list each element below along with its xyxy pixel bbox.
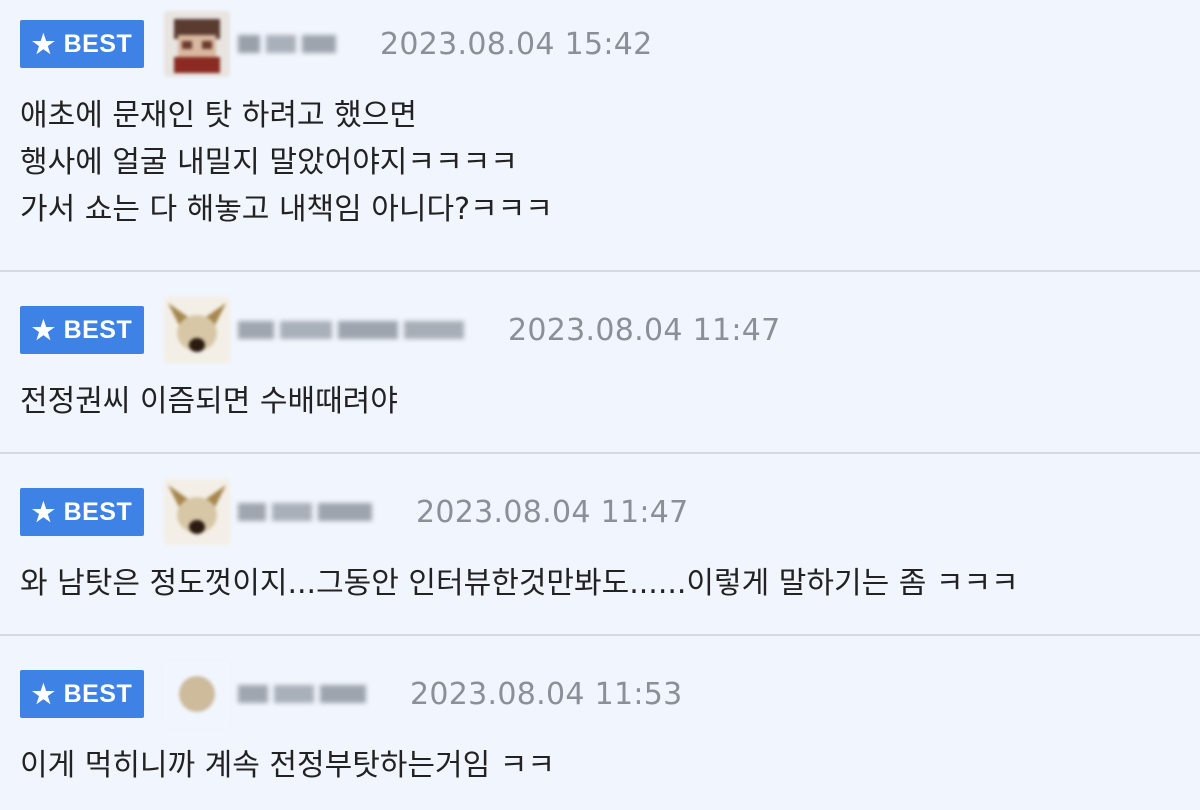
comment-text-line: 이게 먹히니까 계속 전정부탓하는거임 ㅋㅋ	[20, 748, 555, 783]
best-badge-label: BEST	[63, 29, 133, 58]
best-badge-label: BEST	[63, 497, 133, 526]
username[interactable]	[238, 679, 368, 709]
comment-date: 2023.08.04 11:47	[508, 312, 781, 348]
comment-meta: ★ BEST 2023.08.04 11:53	[20, 661, 683, 727]
comment-date: 2023.08.04 11:53	[410, 676, 683, 712]
comment-body: 애초에 문재인 탓 하려고 했으면 행사에 얼굴 내밀지 말았어야지ㅋㅋㅋㅋ 가…	[20, 92, 553, 233]
comment-date: 2023.08.04 11:47	[416, 494, 689, 530]
star-icon: ★	[31, 497, 56, 527]
star-icon: ★	[31, 315, 56, 345]
username[interactable]	[238, 315, 466, 345]
comment-item: ★ BEST 2023.08.04 11:47 와 남탓은 정도껏이지...그동…	[0, 454, 1200, 636]
comment-meta: ★ BEST 2023.08.04 11:47	[20, 479, 689, 545]
comment-item: ★ BEST 2023.08.04 15:42 애초에 문재인 탓 하려고 했으…	[0, 0, 1200, 272]
best-badge: ★ BEST	[20, 20, 144, 68]
comment-item: ★ BEST 2023.08.04 11:53 이게 먹히니까 계속 전정부탓하…	[0, 636, 1200, 810]
comment-text-line: 애초에 문재인 탓 하려고 했으면	[20, 98, 417, 133]
best-badge: ★ BEST	[20, 670, 144, 718]
avatar[interactable]	[164, 661, 230, 727]
comment-item: ★ BEST 2023.08.04 11:47 전정권씨 이즘되면 수배때려야	[0, 272, 1200, 454]
username[interactable]	[238, 29, 338, 59]
comment-meta: ★ BEST 2023.08.04 15:42	[20, 11, 653, 77]
avatar[interactable]	[164, 479, 230, 545]
avatar[interactable]	[164, 11, 230, 77]
avatar[interactable]	[164, 297, 230, 363]
best-badge-label: BEST	[63, 315, 133, 344]
best-badge-label: BEST	[63, 679, 133, 708]
star-icon: ★	[31, 679, 56, 709]
comment-meta: ★ BEST 2023.08.04 11:47	[20, 297, 781, 363]
username[interactable]	[238, 497, 374, 527]
comment-date: 2023.08.04 15:42	[380, 26, 653, 62]
comment-body: 전정권씨 이즘되면 수배때려야	[20, 378, 398, 425]
comment-body: 이게 먹히니까 계속 전정부탓하는거임 ㅋㅋ	[20, 742, 555, 789]
comment-text-line: 전정권씨 이즘되면 수배때려야	[20, 384, 398, 419]
best-badge: ★ BEST	[20, 306, 144, 354]
comment-body: 와 남탓은 정도껏이지...그동안 인터뷰한것만봐도......이렇게 말하기는…	[20, 560, 1019, 607]
best-badge: ★ BEST	[20, 488, 144, 536]
star-icon: ★	[31, 29, 56, 59]
comment-text-line: 행사에 얼굴 내밀지 말았어야지ㅋㅋㅋㅋ	[20, 145, 518, 180]
comment-text-line: 와 남탓은 정도껏이지...그동안 인터뷰한것만봐도......이렇게 말하기는…	[20, 566, 1019, 601]
comment-text-line: 가서 쇼는 다 해놓고 내책임 아니다?ㅋㅋㅋ	[20, 192, 553, 227]
